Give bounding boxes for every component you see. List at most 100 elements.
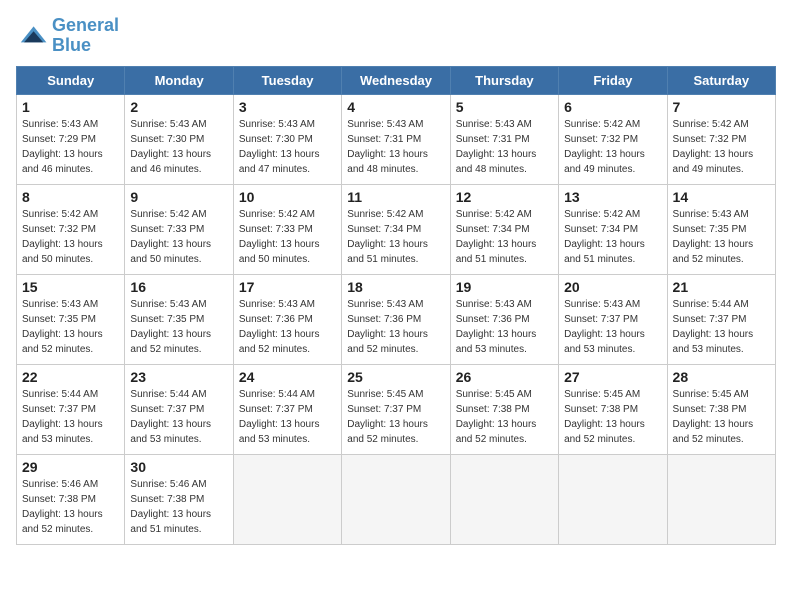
day-info: Sunrise: 5:43 AMSunset: 7:36 PMDaylight:… — [347, 297, 444, 357]
day-info: Sunrise: 5:42 AMSunset: 7:34 PMDaylight:… — [456, 207, 553, 267]
day-info: Sunrise: 5:44 AMSunset: 7:37 PMDaylight:… — [22, 387, 119, 447]
col-header-sunday: Sunday — [17, 66, 125, 94]
day-number: 2 — [130, 99, 227, 115]
col-header-thursday: Thursday — [450, 66, 558, 94]
table-row: 21 Sunrise: 5:44 AMSunset: 7:37 PMDaylig… — [667, 274, 775, 364]
day-info: Sunrise: 5:45 AMSunset: 7:38 PMDaylight:… — [456, 387, 553, 447]
day-number: 16 — [130, 279, 227, 295]
table-row: 6 Sunrise: 5:42 AMSunset: 7:32 PMDayligh… — [559, 94, 667, 184]
day-info: Sunrise: 5:43 AMSunset: 7:29 PMDaylight:… — [22, 117, 119, 177]
day-number: 5 — [456, 99, 553, 115]
table-row: 17 Sunrise: 5:43 AMSunset: 7:36 PMDaylig… — [233, 274, 341, 364]
table-row: 1 Sunrise: 5:43 AMSunset: 7:29 PMDayligh… — [17, 94, 125, 184]
col-header-friday: Friday — [559, 66, 667, 94]
table-row: 4 Sunrise: 5:43 AMSunset: 7:31 PMDayligh… — [342, 94, 450, 184]
table-row: 16 Sunrise: 5:43 AMSunset: 7:35 PMDaylig… — [125, 274, 233, 364]
table-row: 11 Sunrise: 5:42 AMSunset: 7:34 PMDaylig… — [342, 184, 450, 274]
day-info: Sunrise: 5:43 AMSunset: 7:30 PMDaylight:… — [239, 117, 336, 177]
calendar-table: SundayMondayTuesdayWednesdayThursdayFrid… — [16, 66, 776, 545]
day-number: 26 — [456, 369, 553, 385]
day-number: 10 — [239, 189, 336, 205]
table-row — [233, 454, 341, 544]
day-number: 25 — [347, 369, 444, 385]
table-row: 10 Sunrise: 5:42 AMSunset: 7:33 PMDaylig… — [233, 184, 341, 274]
logo-icon — [16, 20, 48, 52]
day-number: 12 — [456, 189, 553, 205]
table-row: 7 Sunrise: 5:42 AMSunset: 7:32 PMDayligh… — [667, 94, 775, 184]
table-row — [450, 454, 558, 544]
day-number: 11 — [347, 189, 444, 205]
table-row: 12 Sunrise: 5:42 AMSunset: 7:34 PMDaylig… — [450, 184, 558, 274]
col-header-saturday: Saturday — [667, 66, 775, 94]
day-number: 13 — [564, 189, 661, 205]
table-row: 5 Sunrise: 5:43 AMSunset: 7:31 PMDayligh… — [450, 94, 558, 184]
table-row: 27 Sunrise: 5:45 AMSunset: 7:38 PMDaylig… — [559, 364, 667, 454]
day-number: 17 — [239, 279, 336, 295]
day-info: Sunrise: 5:42 AMSunset: 7:32 PMDaylight:… — [22, 207, 119, 267]
day-info: Sunrise: 5:44 AMSunset: 7:37 PMDaylight:… — [239, 387, 336, 447]
day-number: 30 — [130, 459, 227, 475]
day-info: Sunrise: 5:42 AMSunset: 7:32 PMDaylight:… — [673, 117, 770, 177]
day-number: 7 — [673, 99, 770, 115]
col-header-tuesday: Tuesday — [233, 66, 341, 94]
day-info: Sunrise: 5:43 AMSunset: 7:36 PMDaylight:… — [456, 297, 553, 357]
logo-text: General Blue — [52, 16, 119, 56]
day-info: Sunrise: 5:43 AMSunset: 7:36 PMDaylight:… — [239, 297, 336, 357]
day-number: 14 — [673, 189, 770, 205]
day-number: 15 — [22, 279, 119, 295]
table-row: 9 Sunrise: 5:42 AMSunset: 7:33 PMDayligh… — [125, 184, 233, 274]
day-info: Sunrise: 5:42 AMSunset: 7:34 PMDaylight:… — [347, 207, 444, 267]
day-number: 6 — [564, 99, 661, 115]
logo: General Blue — [16, 16, 119, 56]
day-number: 4 — [347, 99, 444, 115]
table-row: 2 Sunrise: 5:43 AMSunset: 7:30 PMDayligh… — [125, 94, 233, 184]
table-row: 20 Sunrise: 5:43 AMSunset: 7:37 PMDaylig… — [559, 274, 667, 364]
table-row: 18 Sunrise: 5:43 AMSunset: 7:36 PMDaylig… — [342, 274, 450, 364]
day-number: 9 — [130, 189, 227, 205]
table-row: 29 Sunrise: 5:46 AMSunset: 7:38 PMDaylig… — [17, 454, 125, 544]
table-row — [342, 454, 450, 544]
table-row: 26 Sunrise: 5:45 AMSunset: 7:38 PMDaylig… — [450, 364, 558, 454]
table-row — [667, 454, 775, 544]
day-number: 21 — [673, 279, 770, 295]
day-number: 22 — [22, 369, 119, 385]
col-header-monday: Monday — [125, 66, 233, 94]
table-row: 22 Sunrise: 5:44 AMSunset: 7:37 PMDaylig… — [17, 364, 125, 454]
table-row: 23 Sunrise: 5:44 AMSunset: 7:37 PMDaylig… — [125, 364, 233, 454]
day-info: Sunrise: 5:42 AMSunset: 7:34 PMDaylight:… — [564, 207, 661, 267]
day-number: 23 — [130, 369, 227, 385]
day-info: Sunrise: 5:43 AMSunset: 7:35 PMDaylight:… — [130, 297, 227, 357]
day-info: Sunrise: 5:46 AMSunset: 7:38 PMDaylight:… — [130, 477, 227, 537]
day-info: Sunrise: 5:45 AMSunset: 7:38 PMDaylight:… — [564, 387, 661, 447]
day-info: Sunrise: 5:43 AMSunset: 7:30 PMDaylight:… — [130, 117, 227, 177]
day-info: Sunrise: 5:46 AMSunset: 7:38 PMDaylight:… — [22, 477, 119, 537]
day-info: Sunrise: 5:43 AMSunset: 7:31 PMDaylight:… — [456, 117, 553, 177]
day-number: 18 — [347, 279, 444, 295]
day-info: Sunrise: 5:43 AMSunset: 7:35 PMDaylight:… — [673, 207, 770, 267]
day-number: 24 — [239, 369, 336, 385]
table-row: 15 Sunrise: 5:43 AMSunset: 7:35 PMDaylig… — [17, 274, 125, 364]
day-info: Sunrise: 5:43 AMSunset: 7:37 PMDaylight:… — [564, 297, 661, 357]
day-info: Sunrise: 5:42 AMSunset: 7:33 PMDaylight:… — [130, 207, 227, 267]
day-number: 19 — [456, 279, 553, 295]
col-header-wednesday: Wednesday — [342, 66, 450, 94]
day-number: 29 — [22, 459, 119, 475]
day-info: Sunrise: 5:44 AMSunset: 7:37 PMDaylight:… — [673, 297, 770, 357]
day-info: Sunrise: 5:42 AMSunset: 7:32 PMDaylight:… — [564, 117, 661, 177]
day-info: Sunrise: 5:45 AMSunset: 7:37 PMDaylight:… — [347, 387, 444, 447]
day-info: Sunrise: 5:44 AMSunset: 7:37 PMDaylight:… — [130, 387, 227, 447]
day-number: 8 — [22, 189, 119, 205]
table-row: 25 Sunrise: 5:45 AMSunset: 7:37 PMDaylig… — [342, 364, 450, 454]
page-header: General Blue — [16, 16, 776, 56]
table-row: 19 Sunrise: 5:43 AMSunset: 7:36 PMDaylig… — [450, 274, 558, 364]
table-row: 14 Sunrise: 5:43 AMSunset: 7:35 PMDaylig… — [667, 184, 775, 274]
table-row — [559, 454, 667, 544]
table-row: 28 Sunrise: 5:45 AMSunset: 7:38 PMDaylig… — [667, 364, 775, 454]
table-row: 3 Sunrise: 5:43 AMSunset: 7:30 PMDayligh… — [233, 94, 341, 184]
table-row: 30 Sunrise: 5:46 AMSunset: 7:38 PMDaylig… — [125, 454, 233, 544]
day-info: Sunrise: 5:45 AMSunset: 7:38 PMDaylight:… — [673, 387, 770, 447]
day-number: 20 — [564, 279, 661, 295]
table-row: 24 Sunrise: 5:44 AMSunset: 7:37 PMDaylig… — [233, 364, 341, 454]
day-number: 27 — [564, 369, 661, 385]
table-row: 13 Sunrise: 5:42 AMSunset: 7:34 PMDaylig… — [559, 184, 667, 274]
